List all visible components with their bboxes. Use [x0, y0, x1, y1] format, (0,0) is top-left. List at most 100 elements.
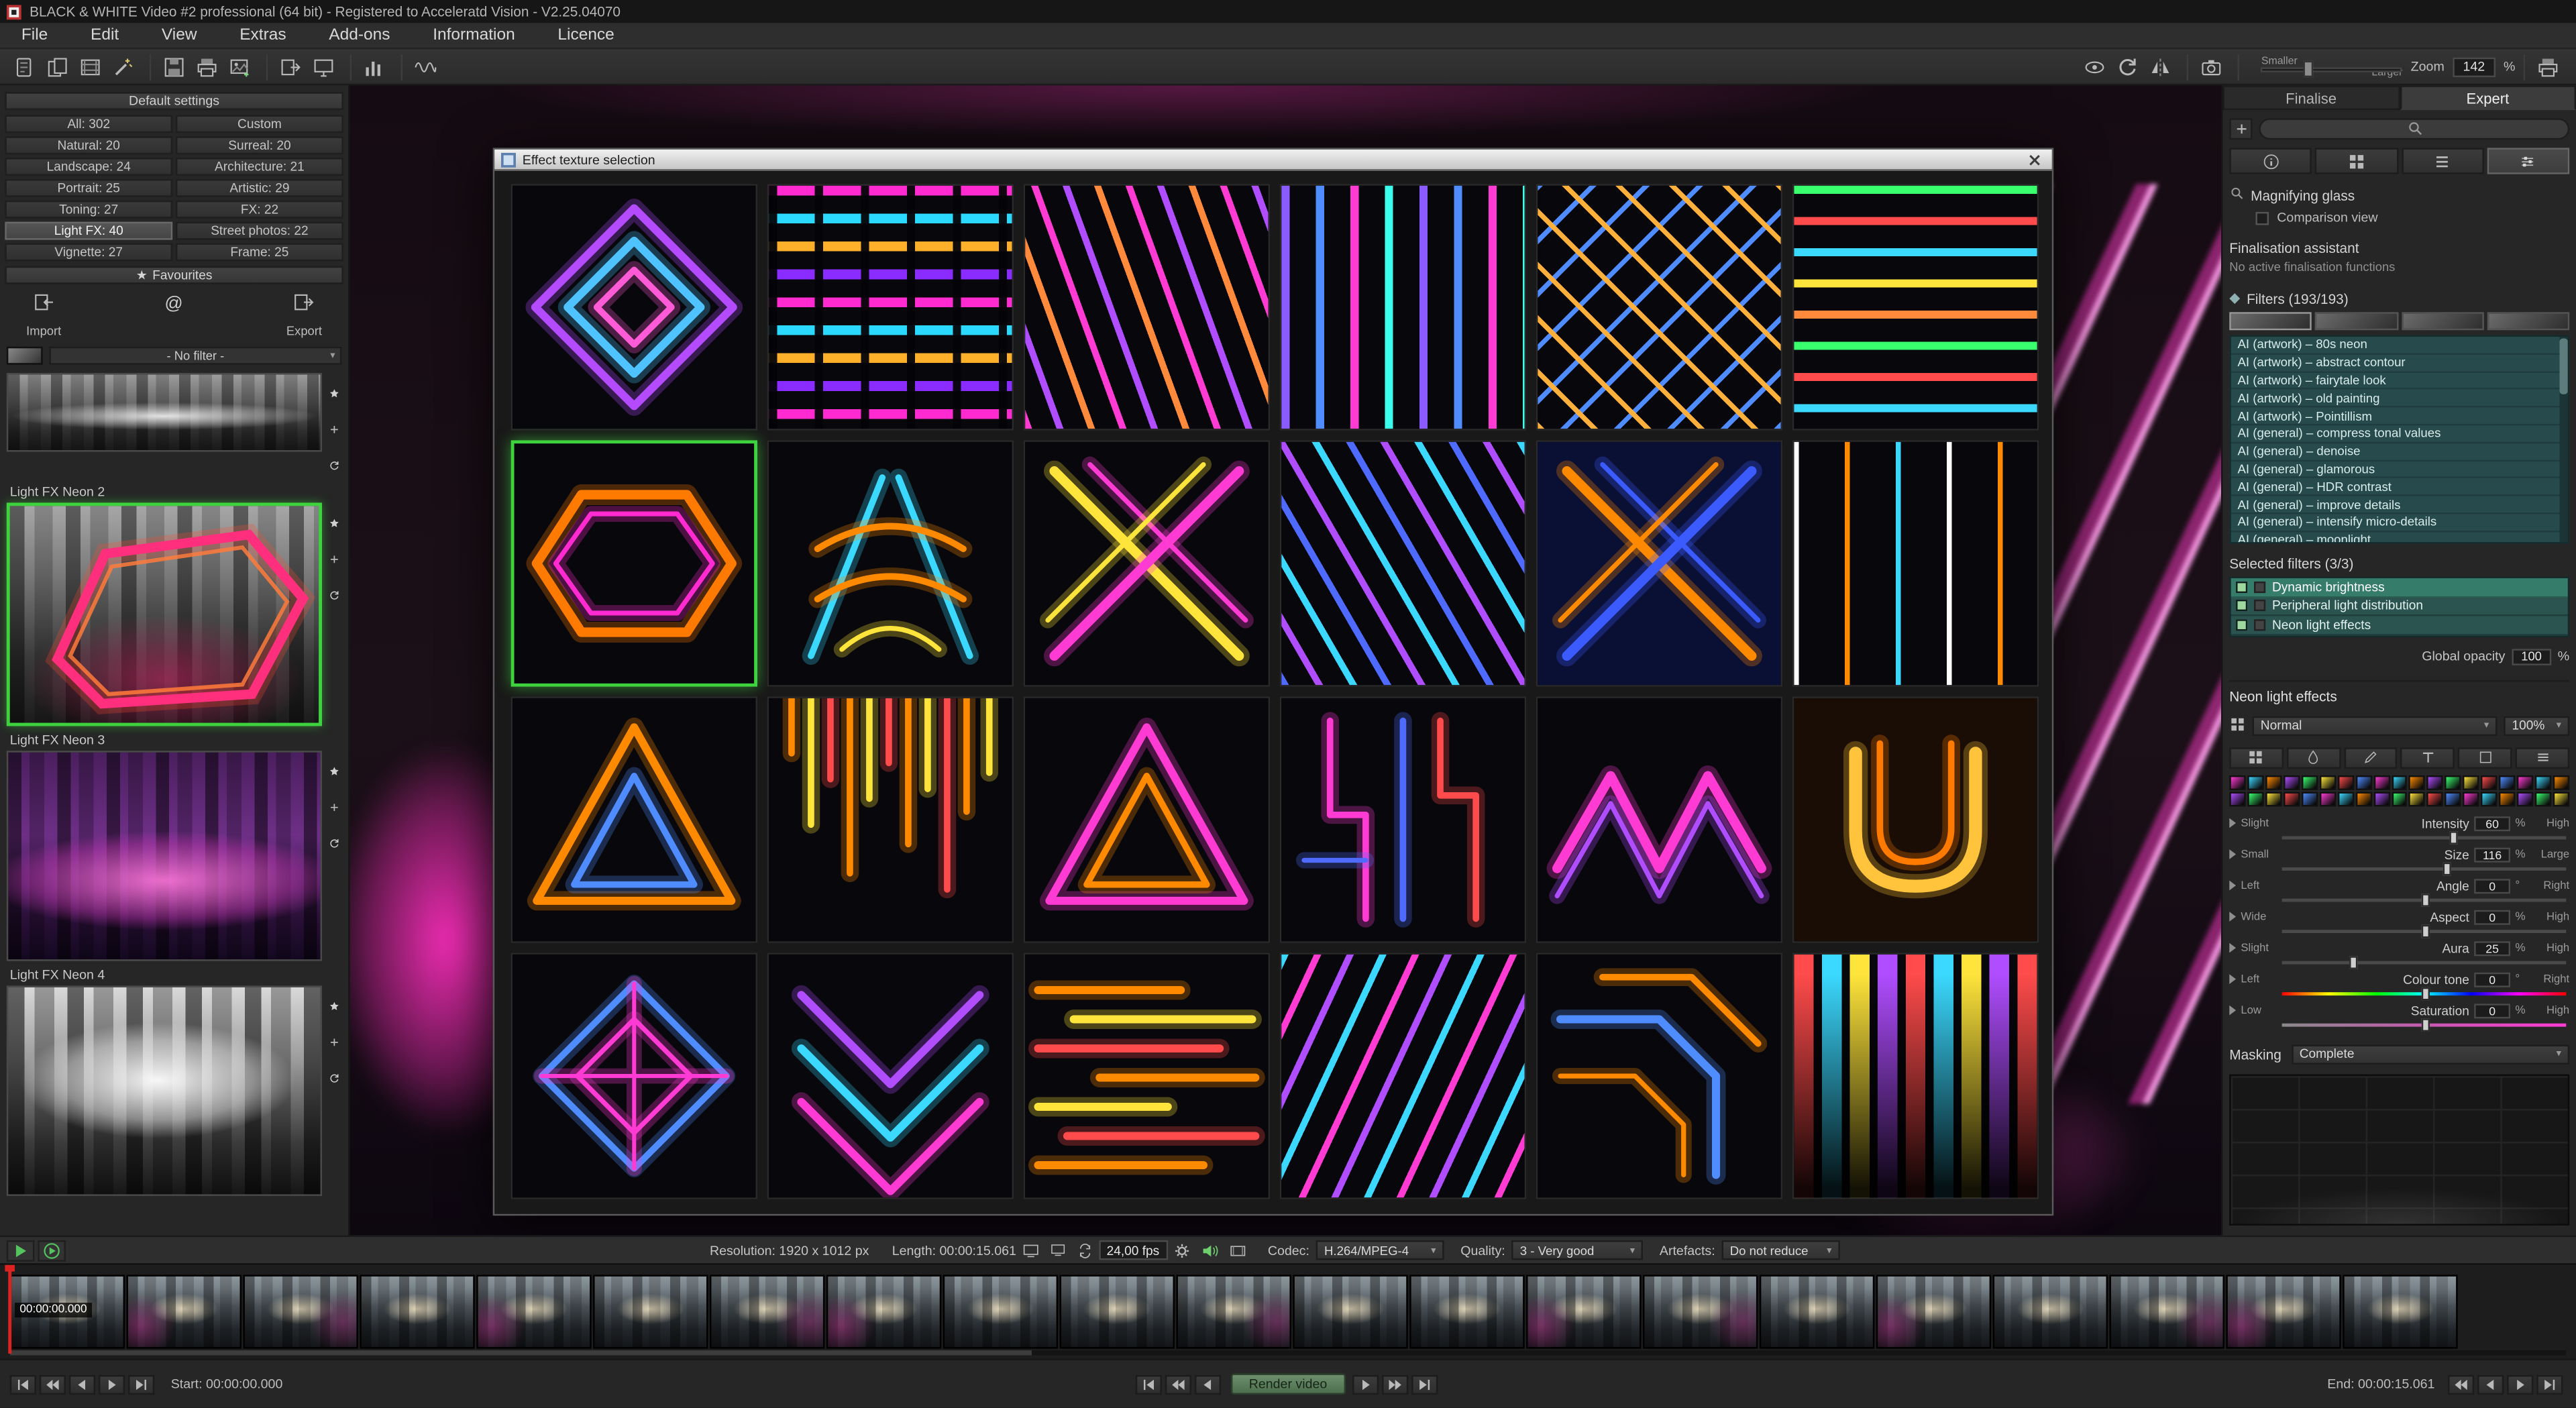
magnifying-glass-row[interactable]: Magnifying glass — [2229, 186, 2569, 204]
zoom-value[interactable]: 142 — [2453, 56, 2496, 76]
filter-enabled-checkbox[interactable] — [2236, 619, 2247, 631]
filter-enabled-checkbox[interactable] — [2236, 600, 2247, 611]
category-light-fx[interactable]: Light FX: 40 — [5, 222, 172, 240]
preset-row[interactable] — [7, 502, 342, 726]
texture-neon-vbars-gradient[interactable] — [1792, 953, 2039, 1199]
texture-neon-hlines-segmented[interactable] — [767, 184, 1014, 430]
refresh-icon[interactable] — [328, 1063, 339, 1092]
tab-finalise[interactable]: Finalise — [2222, 85, 2399, 110]
filter-preview-tab[interactable] — [2487, 312, 2569, 330]
filter-item[interactable]: AI (artwork) – fairytale look — [2231, 372, 2568, 390]
expand-arrow-icon[interactable] — [2229, 974, 2236, 984]
loop-icon[interactable] — [1075, 1241, 1093, 1259]
step-back-button[interactable] — [2477, 1374, 2504, 1394]
eye-icon[interactable] — [2080, 52, 2110, 81]
search-input[interactable] — [2259, 117, 2569, 139]
texture-preset-chip[interactable] — [2301, 791, 2317, 806]
expand-arrow-icon[interactable] — [2229, 912, 2236, 922]
grid-tool-button[interactable] — [2229, 747, 2283, 768]
rewind-button[interactable] — [40, 1374, 66, 1394]
slider-value[interactable]: 0 — [2474, 1003, 2510, 1018]
texture-preset-chip[interactable] — [2247, 775, 2263, 790]
category-toning[interactable]: Toning: 27 — [5, 201, 172, 219]
texture-preset-chip[interactable] — [2392, 791, 2408, 806]
timeline-frame-17[interactable] — [1876, 1275, 1991, 1348]
redo-icon[interactable] — [2113, 52, 2143, 81]
slider-track[interactable] — [2282, 960, 2567, 963]
blend-opacity-dropdown[interactable]: 100% ▾ — [2504, 716, 2569, 735]
texture-neon-horseshoe-orange[interactable] — [1792, 696, 2039, 942]
fps-value[interactable]: 24,00 fps — [1098, 1240, 1167, 1260]
pen-tool-button[interactable] — [2344, 747, 2398, 768]
texture-neon-triangle-magenta[interactable] — [1024, 696, 1270, 942]
slider-thumb[interactable] — [2421, 987, 2429, 1000]
slider-track[interactable] — [2282, 929, 2567, 932]
comparison-view-row[interactable]: Comparison view — [2255, 210, 2569, 225]
texture-preset-chip[interactable] — [2553, 791, 2569, 806]
selected-filter-dynamic-brightness[interactable]: Dynamic brightness — [2231, 578, 2568, 597]
filter-scrollbar[interactable] — [2560, 337, 2568, 542]
preset-item-partial[interactable] — [7, 373, 342, 480]
preset-thumbnail-2[interactable] — [7, 502, 322, 726]
filter-item[interactable]: AI (artwork) – Pointillism — [2231, 408, 2568, 425]
slider-thumb[interactable] — [2350, 955, 2358, 969]
texture-neon-x-magenta-yellow[interactable] — [1024, 440, 1270, 686]
copy-icon[interactable] — [43, 52, 72, 81]
category-all[interactable]: All: 302 — [5, 115, 172, 133]
texture-preset-chip[interactable] — [2337, 775, 2353, 790]
text-tool-button[interactable] — [2401, 747, 2455, 768]
menu-information[interactable]: Information — [411, 23, 536, 48]
timeline-frame-16[interactable] — [1760, 1275, 1874, 1348]
print-icon[interactable] — [193, 52, 222, 81]
texture-neon-chevrons-purple-cyan[interactable] — [767, 953, 1014, 1199]
texture-preset-chip[interactable] — [2284, 775, 2300, 790]
texture-neon-diamond-blue[interactable] — [511, 184, 757, 430]
texture-preset-chip[interactable] — [2301, 775, 2317, 790]
texture-preset-chip[interactable] — [2481, 791, 2498, 806]
texture-preset-chip[interactable] — [2319, 775, 2335, 790]
slider-track[interactable] — [2282, 991, 2567, 995]
slider-thumb[interactable] — [2421, 893, 2429, 906]
expand-arrow-icon[interactable] — [2229, 1006, 2236, 1016]
category-landscape[interactable]: Landscape: 24 — [5, 158, 172, 176]
filter-item[interactable]: AI (general) – glamorous — [2231, 461, 2568, 478]
filter-preview-tab[interactable] — [2315, 312, 2398, 330]
texture-neon-fan-magenta[interactable] — [1024, 184, 1270, 430]
filter-item[interactable]: AI (artwork) – 80s neon — [2231, 337, 2568, 354]
monitor-icon[interactable] — [1049, 1242, 1065, 1258]
selected-filter-peripheral-light-distribution[interactable]: Peripheral light distribution — [2231, 597, 2568, 616]
texture-preset-chip[interactable] — [2481, 775, 2498, 790]
slider-value[interactable]: 0 — [2474, 972, 2510, 987]
texture-preset-chip[interactable] — [2517, 775, 2533, 790]
gear-icon[interactable] — [1173, 1241, 1191, 1259]
category-portrait[interactable]: Portrait: 25 — [5, 179, 172, 197]
filter-dropdown[interactable]: - No filter - ▾ — [49, 347, 341, 365]
filter-item[interactable]: AI (general) – denoise — [2231, 443, 2568, 461]
preset-row[interactable] — [7, 985, 342, 1195]
texture-preset-chip[interactable] — [2337, 791, 2353, 806]
timeline-frame-10[interactable] — [1060, 1275, 1175, 1348]
category-artistic[interactable]: Artistic: 29 — [176, 179, 343, 197]
texture-preset-chip[interactable] — [2535, 791, 2551, 806]
texture-preset-chip[interactable] — [2247, 791, 2263, 806]
slider-thumb[interactable] — [2449, 830, 2457, 844]
export-icon[interactable] — [276, 52, 305, 81]
timeline-frame-9[interactable] — [943, 1275, 1058, 1348]
slider-value[interactable]: 0 — [2474, 910, 2510, 924]
fast-forward-button[interactable] — [1381, 1374, 1407, 1394]
timeline-frame-13[interactable] — [1409, 1275, 1524, 1348]
texture-preset-chip[interactable] — [2355, 775, 2371, 790]
waveform-icon[interactable] — [411, 52, 440, 81]
artefacts-dropdown[interactable]: Do not reduce▾ — [1721, 1240, 1839, 1260]
texture-preset-chip[interactable] — [2445, 791, 2461, 806]
speaker-icon[interactable] — [1200, 1241, 1218, 1259]
filter-options-icon[interactable] — [2254, 600, 2265, 611]
timeline-frame-14[interactable] — [1526, 1275, 1641, 1348]
filter-preview-tab[interactable] — [2401, 312, 2483, 330]
timeline-frame-7[interactable] — [710, 1275, 824, 1348]
comparison-checkbox[interactable] — [2255, 211, 2269, 225]
texture-neon-triangle-orange-blue[interactable] — [511, 696, 757, 942]
timeline-frame-3[interactable] — [243, 1275, 358, 1348]
skip-start-button[interactable] — [10, 1374, 36, 1394]
film-frames-icon[interactable] — [76, 52, 105, 81]
